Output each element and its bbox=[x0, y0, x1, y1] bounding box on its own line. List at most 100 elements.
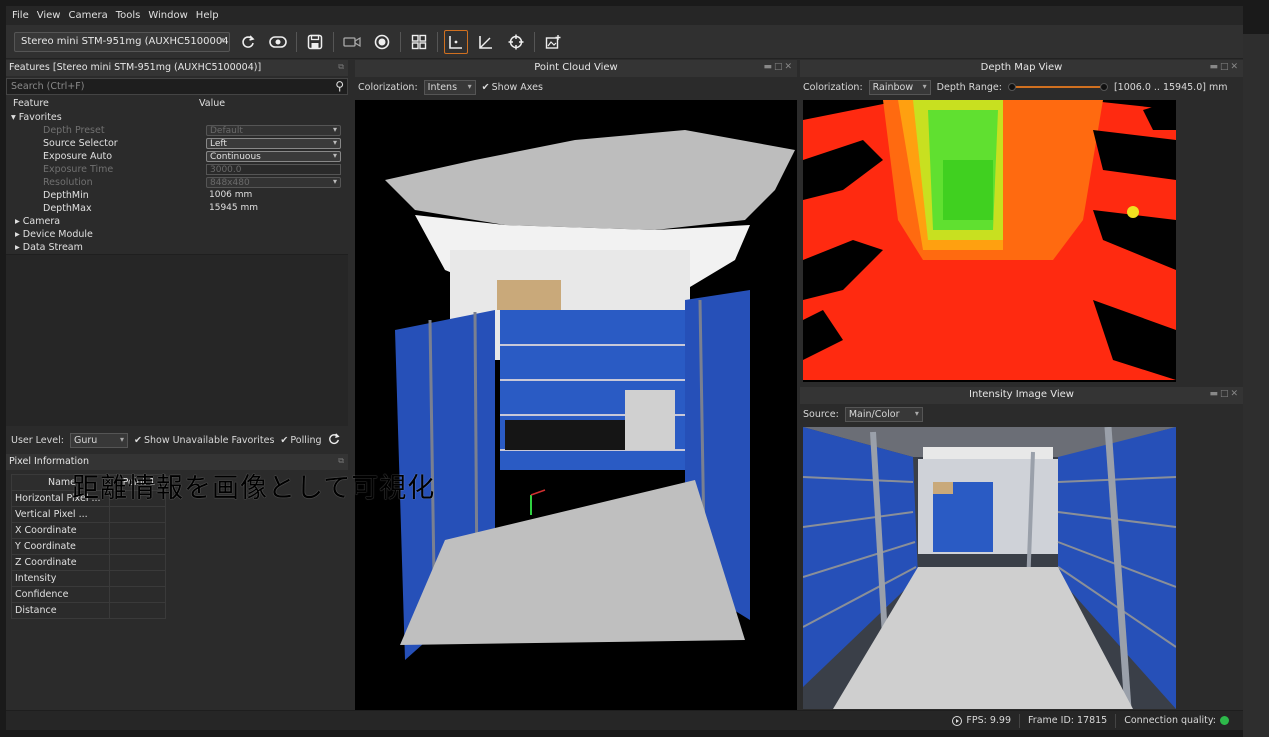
depth-map-view: Depth Map View ▬□✕ Colorization: Rainbow… bbox=[800, 60, 1243, 386]
tree-group-camera[interactable]: ▸ Camera bbox=[6, 215, 348, 228]
status-fps: FPS: 9.99 bbox=[944, 714, 1019, 728]
source-value: Main/Color bbox=[848, 408, 900, 420]
point-cloud-canvas[interactable] bbox=[355, 100, 797, 710]
feature-label: DepthMin bbox=[43, 190, 89, 201]
search-input[interactable]: Search (Ctrl+F) ⚲ bbox=[6, 78, 348, 95]
intensity-render bbox=[803, 427, 1176, 709]
menu-help[interactable]: Help bbox=[196, 10, 219, 21]
app-window: File View Camera Tools Window Help Stere… bbox=[6, 6, 1243, 730]
snapshot-button[interactable] bbox=[541, 30, 565, 54]
feature-row-resolution: Resolution 848x480 ▾ bbox=[6, 176, 348, 189]
feature-row-exposure-auto: Exposure Auto Continuous ▾ bbox=[6, 150, 348, 163]
menu-tools[interactable]: Tools bbox=[116, 10, 141, 21]
polling-label: Polling bbox=[290, 434, 322, 446]
point-cloud-render bbox=[385, 130, 795, 660]
polling-checkbox[interactable]: ✔ Polling bbox=[280, 435, 321, 446]
colorization-label: Colorization: bbox=[358, 81, 418, 93]
feature-value: 3000.0 bbox=[210, 165, 242, 175]
dock-icon[interactable]: ⧉ bbox=[338, 456, 344, 466]
depth-map-canvas[interactable] bbox=[803, 100, 1176, 382]
features-title: Features [Stereo mini STM-951mg (AUXHC51… bbox=[9, 62, 262, 73]
menu-file[interactable]: File bbox=[12, 10, 29, 21]
group-label: Data Stream bbox=[22, 242, 83, 253]
toggle-view-button[interactable] bbox=[266, 30, 290, 54]
row-label: Z Coordinate bbox=[11, 554, 110, 571]
chevron-down-icon: ▾ bbox=[332, 125, 337, 134]
source-label: Source: bbox=[803, 408, 839, 420]
depth-map-title: Depth Map View bbox=[980, 62, 1063, 73]
feature-row-exposure-time: Exposure Time 3000.0 bbox=[6, 163, 348, 176]
tree-group-device-module[interactable]: ▸ Device Module bbox=[6, 228, 348, 241]
status-bar: FPS: 9.99 Frame ID: 17815 Connection qua… bbox=[6, 710, 1243, 730]
depth-map-title-bar: Depth Map View ▬□✕ bbox=[800, 60, 1243, 77]
feature-value: 848x480 bbox=[210, 178, 250, 188]
group-label: Device Module bbox=[22, 229, 93, 240]
table-row: Z Coordinate bbox=[11, 554, 166, 571]
device-select[interactable]: Stereo mini STM-951mg (AUXHC5100004) ▾ bbox=[14, 31, 230, 52]
connection-ok-icon bbox=[1220, 716, 1229, 725]
row-value bbox=[109, 586, 166, 603]
show-unavailable-checkbox[interactable]: ✔ Show Unavailable Favorites bbox=[134, 435, 274, 446]
connection-text: Connection quality: bbox=[1124, 715, 1216, 726]
background-window-strip bbox=[1243, 34, 1269, 737]
depth-range-slider[interactable] bbox=[1007, 82, 1108, 92]
row-label: Y Coordinate bbox=[11, 538, 110, 555]
intensity-canvas[interactable] bbox=[803, 427, 1176, 709]
search-placeholder: Search (Ctrl+F) bbox=[11, 81, 85, 92]
exposure-auto-select[interactable]: Continuous ▾ bbox=[206, 151, 341, 162]
feature-row-source-selector: Source Selector Left ▾ bbox=[6, 137, 348, 150]
feature-label: Depth Preset bbox=[43, 125, 105, 136]
chevron-down-icon: ▾ bbox=[914, 408, 919, 418]
window-controls-icon[interactable]: ▬□✕ bbox=[1209, 389, 1240, 399]
feature-value: Default bbox=[210, 126, 243, 136]
feature-value: 1006 mm bbox=[209, 190, 253, 200]
play-icon[interactable] bbox=[952, 715, 963, 726]
pointcloud-mode-button[interactable] bbox=[444, 29, 468, 54]
colorization-select[interactable]: Intens ▾ bbox=[423, 79, 476, 95]
window-controls-icon[interactable]: ▬□✕ bbox=[763, 62, 794, 72]
save-icon bbox=[307, 34, 323, 49]
table-row: X Coordinate bbox=[11, 522, 166, 539]
expand-down-icon: ▾ bbox=[11, 112, 19, 123]
polling-refresh-button[interactable] bbox=[328, 432, 340, 448]
crosshair-button[interactable] bbox=[504, 30, 528, 54]
source-select[interactable]: Main/Color ▾ bbox=[844, 406, 923, 422]
menu-bar: File View Camera Tools Window Help bbox=[6, 6, 1243, 25]
video-record-button[interactable] bbox=[340, 30, 364, 54]
refresh-button[interactable] bbox=[236, 30, 260, 54]
row-value bbox=[109, 602, 166, 619]
features-tree-empty-area bbox=[6, 254, 348, 426]
source-selector-select[interactable]: Left ▾ bbox=[206, 138, 341, 149]
menu-window[interactable]: Window bbox=[148, 10, 187, 21]
table-row: Confidence bbox=[11, 586, 166, 603]
search-icon[interactable]: ⚲ bbox=[335, 79, 344, 93]
slider-handle-max[interactable] bbox=[1099, 83, 1108, 91]
resolution-select: 848x480 ▾ bbox=[206, 177, 341, 188]
layout-button[interactable] bbox=[407, 30, 431, 54]
expand-right-icon: ▸ bbox=[15, 229, 23, 240]
toolbar-separator bbox=[333, 31, 334, 52]
colorization-select[interactable]: Rainbow ▾ bbox=[868, 79, 931, 95]
intensity-image-view: Intensity Image View ▬□✕ Source: Main/Co… bbox=[800, 387, 1243, 710]
user-level-select[interactable]: Guru ▾ bbox=[69, 432, 128, 448]
menu-camera[interactable]: Camera bbox=[68, 10, 107, 21]
save-button[interactable] bbox=[303, 30, 327, 54]
menu-view[interactable]: View bbox=[37, 10, 61, 21]
depth-map-render bbox=[803, 100, 1176, 382]
caption-overlay: 距離情報を画像として可視化 bbox=[72, 473, 436, 504]
chevron-down-icon: ▾ bbox=[332, 151, 337, 160]
pointcloud-icon bbox=[449, 35, 462, 49]
tree-group-data-stream[interactable]: ▸ Data Stream bbox=[6, 241, 348, 254]
depth-range-value: [1006.0 .. 15945.0] mm bbox=[1113, 81, 1228, 93]
axes-button[interactable] bbox=[474, 30, 498, 54]
dock-icon[interactable]: ⧉ bbox=[338, 62, 344, 72]
row-value bbox=[109, 538, 166, 555]
frame-id-text: Frame ID: 17815 bbox=[1028, 715, 1108, 726]
slider-handle-min[interactable] bbox=[1007, 83, 1016, 91]
record-button[interactable] bbox=[370, 30, 394, 54]
tree-group-favorites[interactable]: ▾ Favorites bbox=[6, 111, 348, 124]
user-level-value: Guru bbox=[73, 434, 98, 446]
user-level-bar: User Level: Guru ▾ ✔ Show Unavailable Favo… bbox=[6, 430, 348, 450]
window-controls-icon[interactable]: ▬□✕ bbox=[1209, 62, 1240, 72]
show-axes-checkbox[interactable]: ✔ Show Axes bbox=[482, 82, 543, 93]
